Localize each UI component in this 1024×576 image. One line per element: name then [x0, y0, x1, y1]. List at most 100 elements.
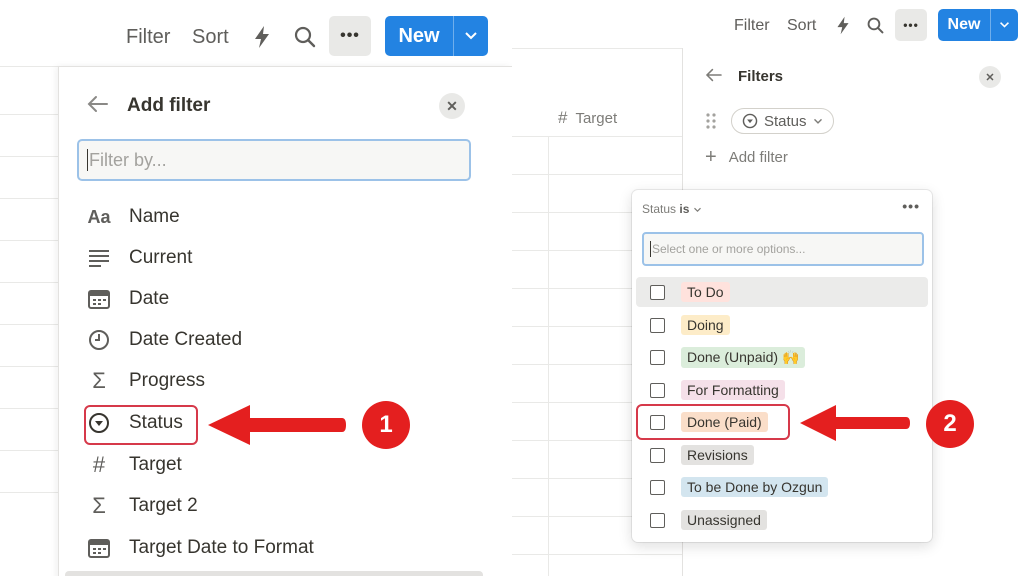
grid-line	[0, 282, 58, 283]
drag-handle-icon[interactable]	[705, 112, 717, 135]
calendar-icon	[85, 289, 113, 309]
chevron-down-icon[interactable]	[453, 16, 488, 56]
popover-title: Add filter	[127, 95, 211, 116]
property-item-target-2[interactable]: Σ Target 2	[85, 488, 197, 524]
filter-button[interactable]: Filter	[126, 26, 170, 49]
options-search-placeholder: Select one or more options...	[652, 242, 806, 256]
status-chip-label: Status	[764, 112, 807, 130]
sort-button[interactable]: Sort	[787, 17, 816, 35]
property-label: Target Date to Format	[129, 537, 314, 558]
search-icon[interactable]	[867, 17, 884, 39]
status-highlight-box	[84, 405, 198, 445]
more-options-button[interactable]: •••	[329, 16, 371, 56]
new-button[interactable]: New	[385, 16, 488, 56]
property-label: Date Created	[129, 329, 243, 350]
chevron-down-icon	[813, 118, 822, 124]
option-tag: For Formatting	[681, 380, 785, 400]
close-icon[interactable]: ✕	[979, 66, 1001, 88]
status-option-to-be-done-by-ozgun[interactable]: To be Done by Ozgun	[636, 472, 928, 502]
sigma-formula-icon: Σ	[92, 368, 106, 393]
search-icon[interactable]	[294, 26, 316, 53]
grid-line	[548, 136, 549, 576]
property-item-date-created[interactable]: Date Created	[85, 322, 242, 358]
paragraph-lines-icon	[85, 249, 113, 267]
sigma-formula-icon: Σ	[92, 493, 106, 518]
property-item-progress[interactable]: Σ Progress	[85, 363, 205, 399]
dropdown-header[interactable]: Status is	[642, 202, 702, 216]
option-checkbox[interactable]	[650, 317, 665, 333]
status-icon	[742, 113, 758, 129]
text-caret	[87, 149, 88, 171]
option-tag: Unassigned	[681, 510, 767, 530]
plus-icon: +	[705, 146, 717, 168]
number-hash-icon: #	[558, 108, 568, 127]
property-label: Progress	[129, 370, 206, 391]
grid-line	[0, 198, 58, 199]
lightning-icon[interactable]	[835, 16, 851, 40]
status-option-to-do[interactable]: To Do	[636, 277, 928, 307]
scrollbar[interactable]	[65, 571, 483, 576]
grid-line	[0, 492, 58, 493]
status-option-unassigned[interactable]: Unassigned	[636, 505, 928, 535]
property-item-current[interactable]: Current	[85, 240, 192, 276]
option-checkbox[interactable]	[650, 447, 665, 463]
option-checkbox[interactable]	[650, 479, 665, 495]
status-filter-chip[interactable]: Status	[731, 108, 834, 134]
option-tag: Done (Unpaid) 🙌	[681, 346, 806, 368]
new-button[interactable]: New	[938, 9, 1018, 41]
filter-search-placeholder: Filter by...	[89, 149, 167, 170]
property-item-date[interactable]: Date	[85, 281, 169, 317]
status-option-doing[interactable]: Doing	[636, 310, 928, 340]
add-filter-popover: Add filter ✕ Filter by... Aa Name Curren…	[58, 66, 512, 576]
new-button-label: New	[398, 24, 440, 47]
options-search-input[interactable]: Select one or more options...	[642, 232, 924, 266]
back-arrow-icon[interactable]	[87, 93, 109, 119]
add-filter-label: Add filter	[728, 149, 788, 166]
more-options-button[interactable]: •••	[895, 9, 927, 41]
grid-line	[0, 324, 58, 325]
step-number-badge: 1	[362, 401, 410, 449]
filter-search-input[interactable]: Filter by...	[77, 139, 471, 181]
dropdown-header-operator: is	[679, 202, 690, 216]
column-header-label: Target	[575, 109, 618, 127]
option-checkbox[interactable]	[650, 284, 665, 300]
status-option-for-formatting[interactable]: For Formatting	[636, 375, 928, 405]
status-option-done-unpaid[interactable]: Done (Unpaid) 🙌	[636, 342, 928, 372]
filter-button[interactable]: Filter	[734, 17, 770, 35]
grid-line	[512, 554, 682, 555]
red-arrow-icon	[798, 403, 910, 448]
text-property-icon: Aa	[87, 206, 111, 227]
option-checkbox[interactable]	[650, 512, 665, 528]
option-checkbox[interactable]	[650, 349, 665, 365]
grid-line	[0, 156, 58, 157]
property-label: Date	[129, 288, 170, 309]
number-hash-icon: #	[92, 452, 106, 477]
grid-line	[0, 366, 58, 367]
clock-icon	[85, 329, 113, 351]
dropdown-header-property: Status	[642, 202, 677, 216]
property-label: Current	[129, 247, 193, 268]
back-arrow-icon[interactable]	[705, 68, 723, 87]
left-screenshot-panel: Filter Sort ••• New Add filter ✕ Filter …	[0, 0, 512, 576]
property-item-target-date-to-format[interactable]: Target Date to Format	[85, 530, 314, 566]
property-item-target[interactable]: # Target	[85, 447, 182, 483]
chevron-down-icon[interactable]	[990, 9, 1018, 41]
column-header-target[interactable]: # Target	[558, 108, 617, 128]
option-tag: Doing	[681, 315, 730, 335]
step-number-badge: 2	[926, 400, 974, 448]
add-filter-button[interactable]: + Add filter	[705, 146, 788, 169]
grid-line	[512, 174, 682, 175]
property-item-name[interactable]: Aa Name	[85, 199, 179, 235]
option-checkbox[interactable]	[650, 382, 665, 398]
red-arrow-icon	[206, 403, 346, 452]
filters-title: Filters	[738, 68, 784, 85]
option-tag: Revisions	[681, 445, 754, 465]
close-icon[interactable]: ✕	[439, 93, 465, 119]
text-caret	[650, 241, 651, 257]
grid-line	[0, 450, 58, 451]
grid-line	[0, 240, 58, 241]
done-paid-highlight-box	[636, 404, 790, 440]
more-options-button[interactable]: •••	[902, 198, 920, 214]
lightning-icon[interactable]	[252, 25, 272, 54]
sort-button[interactable]: Sort	[192, 26, 229, 49]
